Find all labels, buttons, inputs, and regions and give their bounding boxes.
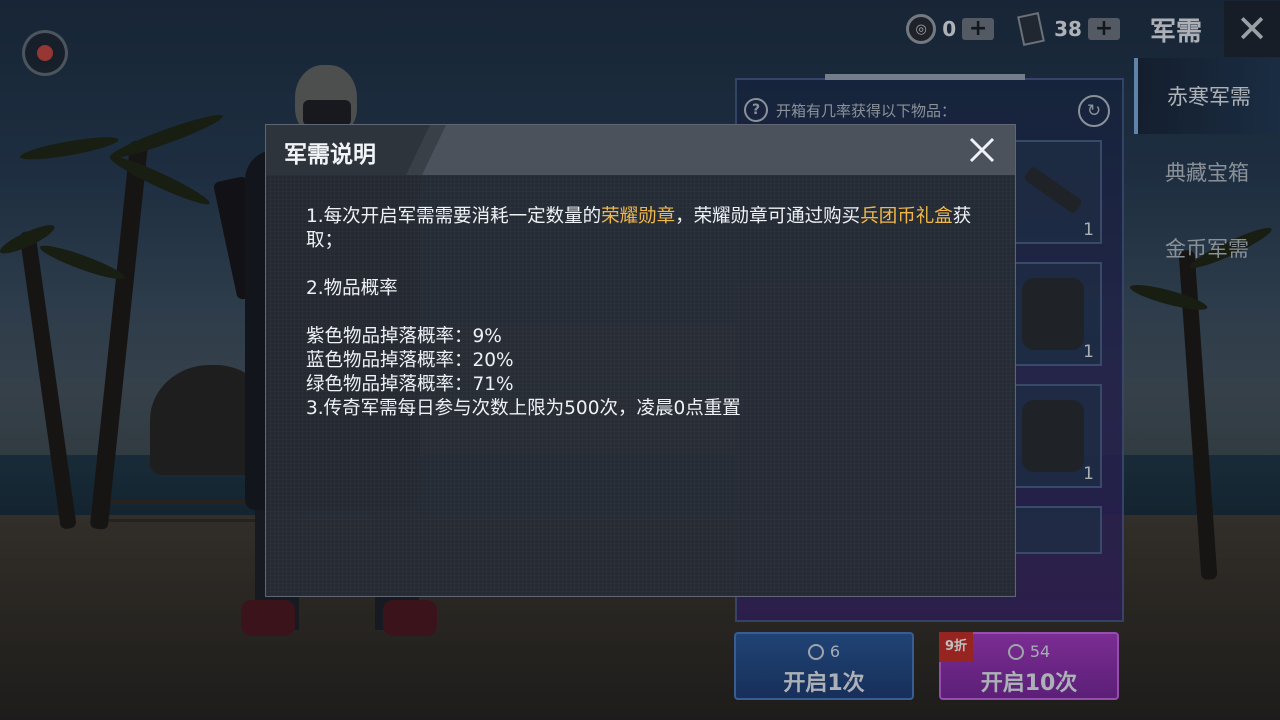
rate-green: 绿色物品掉落概率：71% <box>306 374 514 395</box>
rule-3: 3.传奇军需每日参与次数上限为500次，凌晨0点重置 <box>306 398 741 419</box>
dialog-body: 1.每次开启军需需要消耗一定数量的荣耀勋章，荣耀勋章可通过购买兵团币礼盒获取； … <box>306 205 986 421</box>
close-icon <box>969 137 995 163</box>
honor-medal-highlight: 荣耀勋章 <box>601 206 676 227</box>
dialog-close-button[interactable] <box>963 131 1001 169</box>
rule-1: 1.每次开启军需需要消耗一定数量的荣耀勋章，荣耀勋章可通过购买兵团币礼盒获取； <box>306 206 972 251</box>
supply-info-dialog: 军需说明 1.每次开启军需需要消耗一定数量的荣耀勋章，荣耀勋章可通过购买兵团币礼… <box>265 124 1016 597</box>
dialog-title: 军需说明 <box>284 142 376 168</box>
rate-purple: 紫色物品掉落概率：9% <box>306 326 502 347</box>
rate-blue: 蓝色物品掉落概率：20% <box>306 350 514 371</box>
legion-coin-gift-highlight: 兵团币礼盒 <box>860 206 953 227</box>
dialog-header: 军需说明 <box>266 125 1015 175</box>
rule-2-title: 2.物品概率 <box>306 278 398 299</box>
